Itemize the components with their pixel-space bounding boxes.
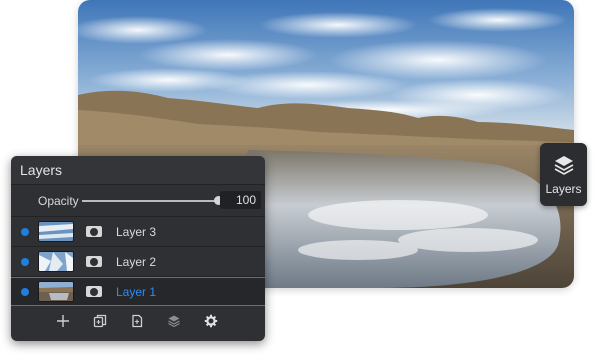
- merge-layers-button[interactable]: [166, 313, 182, 329]
- layer-from-file-button[interactable]: [129, 313, 145, 329]
- visibility-dot[interactable]: [21, 227, 29, 236]
- layer-row-2[interactable]: Layer 2: [11, 247, 265, 277]
- layer-name: Layer 1: [116, 284, 157, 299]
- layer-mask-icon[interactable]: [86, 256, 102, 267]
- opacity-row: Opacity 100: [11, 185, 265, 217]
- panel-title: Layers: [11, 156, 265, 185]
- layers-panel: Layers Opacity 100 Layer 3 Layer 2 Layer…: [11, 156, 265, 341]
- opacity-value-field[interactable]: 100: [220, 191, 261, 209]
- layer-settings-button[interactable]: [203, 313, 219, 329]
- document-icon: [132, 314, 143, 328]
- layer-row-3[interactable]: Layer 3: [11, 217, 265, 247]
- layer-mask-icon[interactable]: [86, 286, 102, 297]
- opacity-slider[interactable]: [82, 195, 223, 207]
- plus-icon: [57, 315, 69, 327]
- layer-name: Layer 2: [116, 254, 157, 269]
- layers-toggle-label: Layers: [545, 181, 582, 196]
- add-layer-button[interactable]: [55, 313, 71, 329]
- layer-name: Layer 3: [116, 224, 157, 239]
- layer-mask-icon[interactable]: [86, 226, 102, 237]
- gear-icon: [204, 314, 218, 328]
- opacity-label: Opacity: [38, 193, 79, 208]
- duplicate-icon: [93, 314, 107, 328]
- opacity-slider-fill: [82, 199, 218, 202]
- layer-thumbnail: [38, 251, 74, 272]
- layers-stack-icon: [554, 155, 573, 175]
- layer-thumbnail: [38, 281, 74, 302]
- visibility-dot[interactable]: [21, 257, 29, 266]
- layers-icon: [168, 315, 180, 328]
- layers-toolbar: [11, 301, 265, 341]
- duplicate-layer-button[interactable]: [92, 313, 108, 329]
- visibility-dot[interactable]: [21, 287, 29, 296]
- layer-thumbnail: [38, 221, 74, 242]
- layers-toggle-button[interactable]: Layers: [540, 143, 587, 206]
